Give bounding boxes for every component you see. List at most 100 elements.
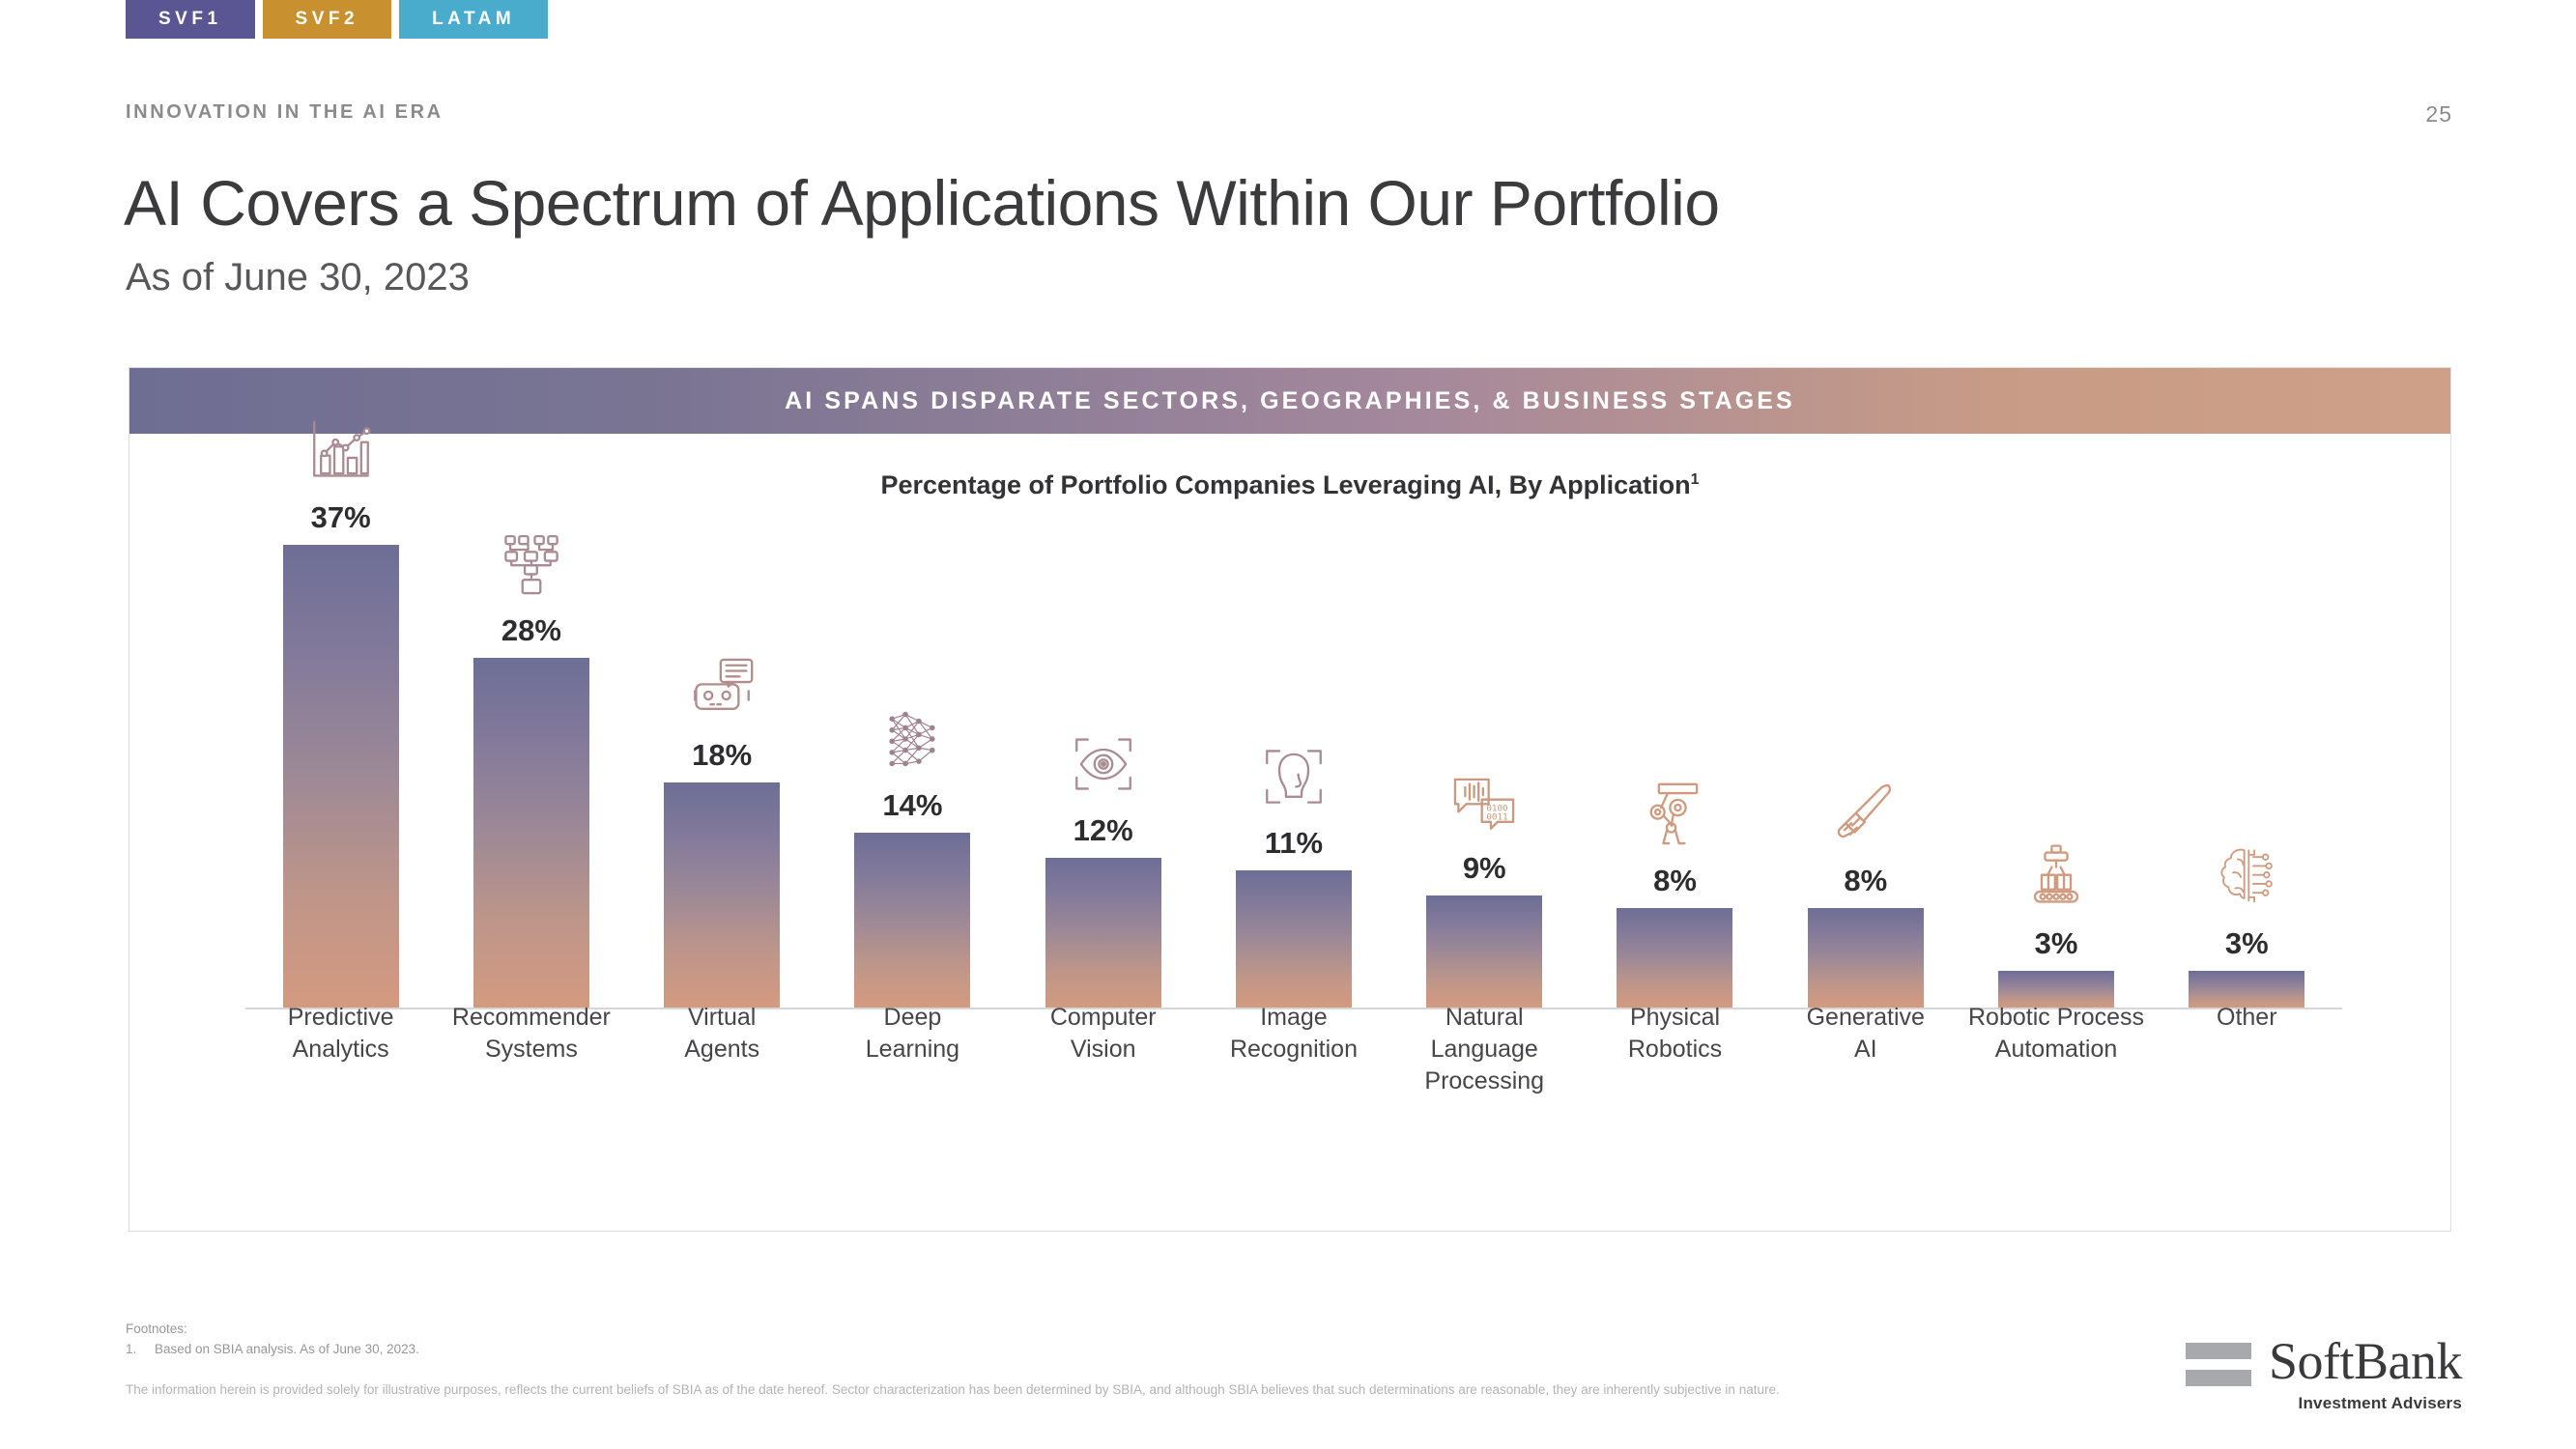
bar-value-label: 8% — [1844, 864, 1888, 897]
category-label-line2: Analytics — [292, 1036, 389, 1063]
category-label: Image Recognition — [1198, 1002, 1388, 1097]
bar-value-label: 9% — [1462, 851, 1506, 885]
tab-latam-label: LATAM — [432, 9, 516, 29]
category-label: Virtual Agents — [627, 1002, 817, 1097]
bar-column: 28% — [436, 534, 626, 1009]
tab-svf1-label: SVF1 — [158, 9, 222, 29]
paintbrush-icon — [1830, 779, 1902, 850]
eye-scan-icon — [1068, 728, 1139, 800]
category-label-line1: Natural Language — [1430, 1004, 1538, 1063]
category-label: Other — [2152, 1002, 2342, 1097]
category-label-line2: Learning — [865, 1036, 960, 1063]
bar[interactable] — [1235, 870, 1352, 1009]
footnote-item: 1. Based on SBIA analysis. As of June 30… — [126, 1340, 419, 1360]
category-label: Physical Robotics — [1580, 1002, 1770, 1097]
page-subtitle: As of June 30, 2023 — [126, 256, 470, 298]
category-label-line1: Generative — [1806, 1004, 1925, 1031]
logo-wordmark: SoftBank Investment Advisers — [2268, 1332, 2463, 1413]
bar-value-label: 12% — [1073, 813, 1133, 847]
softbank-logo-mark-icon — [2185, 1335, 2251, 1386]
bar-column: 18% — [627, 545, 817, 1009]
bar[interactable] — [1807, 908, 1924, 1009]
category-label-line1: Other — [2217, 1004, 2277, 1031]
bar-value-label: 37% — [310, 500, 371, 534]
category-label: Natural Language Processing — [1389, 1002, 1580, 1097]
category-label: Robotic Process Automation — [1961, 1002, 2151, 1097]
bar-value-label: 3% — [2224, 926, 2269, 960]
footnote-text: Based on SBIA analysis. As of June 30, 2… — [155, 1341, 419, 1356]
category-axis: Predictive Analytics Recommender Systems Vir… — [245, 1002, 2342, 1097]
footnotes-block: Footnotes: 1. Based on SBIA analysis. As… — [126, 1320, 419, 1360]
eyebrow-label: INNOVATION IN THE AI ERA — [126, 101, 444, 123]
bar[interactable] — [282, 545, 399, 1009]
bar-value-label: 3% — [2034, 926, 2078, 960]
speech-binary-icon: 0100 0011 — [1448, 766, 1520, 838]
logo-subtitle: Investment Advisers — [2298, 1394, 2462, 1412]
category-label-line1: Deep — [883, 1004, 942, 1031]
bar-column: 8% — [1770, 545, 1961, 1009]
bar[interactable] — [664, 782, 781, 1009]
conveyor-robot-icon — [2020, 841, 2092, 913]
bar[interactable] — [1617, 908, 1733, 1009]
chart-card: AI SPANS DISPARATE SECTORS, GEOGRAPHIES,… — [129, 367, 2451, 1232]
bar-column: 37% — [245, 420, 436, 1009]
category-label: Recommender Systems — [436, 1002, 626, 1097]
recommendation-tree-icon — [496, 528, 567, 600]
tab-svf1[interactable]: SVF1 — [126, 0, 255, 39]
bar[interactable] — [1426, 895, 1543, 1009]
category-label-line2: Recognition — [1229, 1036, 1358, 1063]
bar-value-label: 11% — [1264, 826, 1324, 860]
bar-column: 0100 0011 9% — [1389, 545, 1580, 1009]
softbank-logo: SoftBank Investment Advisers — [2185, 1332, 2463, 1413]
fund-tabs: SVF1 SVF2 LATAM — [126, 0, 549, 39]
category-label-line2: Vision — [1070, 1036, 1136, 1063]
category-label-line1: Robotic Process — [1968, 1004, 2145, 1031]
logo-bar-top — [2185, 1343, 2251, 1359]
svg-text:0011: 0011 — [1487, 812, 1508, 823]
category-label-line2: Systems — [484, 1036, 578, 1063]
bar-chart-trend-icon — [305, 415, 377, 487]
bar-value-label: 18% — [692, 738, 753, 772]
footnote-number: 1. — [126, 1341, 137, 1356]
tab-latam[interactable]: LATAM — [399, 0, 549, 39]
tab-svf2[interactable]: SVF2 — [262, 0, 392, 39]
logo-name: SoftBank — [2268, 1332, 2463, 1390]
category-label-line1: Image — [1260, 1004, 1328, 1031]
bar-value-label: 28% — [501, 613, 561, 647]
logo-bar-bottom — [2185, 1370, 2251, 1386]
neural-network-icon — [876, 703, 948, 775]
category-label-line2: AI — [1853, 1036, 1877, 1063]
page-title: AI Covers a Spectrum of Applications Wit… — [124, 167, 1720, 239]
bar-column: 8% — [1580, 545, 1770, 1009]
bar-column: 12% — [1008, 545, 1198, 1009]
bar-series: 37% 28% 18% 14% 12% 11% 0100 0011 9% 8% 8% 3% 3% — [245, 420, 2342, 1009]
bar-column: 3% — [1961, 545, 2151, 1009]
category-label-line2: Automation — [1994, 1036, 2118, 1063]
category-label: Deep Learning — [817, 1002, 1008, 1097]
bar-value-label: 8% — [1653, 864, 1697, 897]
bar-column: 11% — [1198, 545, 1388, 1009]
bar[interactable] — [472, 658, 589, 1009]
card-banner: AI SPANS DISPARATE SECTORS, GEOGRAPHIES,… — [129, 368, 2450, 434]
page-number: 25 — [2425, 101, 2452, 127]
category-label: Generative AI — [1770, 1002, 1961, 1097]
bar[interactable] — [1045, 858, 1161, 1009]
tab-svf2-label: SVF2 — [295, 9, 359, 29]
category-label-line1: Recommender — [451, 1004, 611, 1031]
bar-column: 3% — [2152, 545, 2342, 1009]
bar-column: 14% — [817, 545, 1008, 1009]
disclaimer-text: The information herein is provided solel… — [126, 1382, 1780, 1397]
category-label-line2: Processing — [1424, 1067, 1545, 1094]
footnotes-heading: Footnotes: — [126, 1321, 187, 1336]
category-label-line1: Predictive — [287, 1004, 394, 1031]
category-label-line1: Physical — [1629, 1004, 1721, 1031]
bar[interactable] — [854, 833, 971, 1009]
category-label: Computer Vision — [1008, 1002, 1198, 1097]
category-label: Predictive Analytics — [245, 1002, 436, 1097]
chatbot-icon — [686, 653, 758, 724]
category-label-line1: Virtual — [687, 1004, 757, 1031]
category-label-line2: Agents — [684, 1036, 760, 1063]
brain-circuit-icon — [2211, 841, 2282, 913]
robot-arm-icon — [1639, 779, 1710, 850]
slide: SVF1 SVF2 LATAM INNOVATION IN THE AI ERA… — [0, 0, 2576, 1449]
